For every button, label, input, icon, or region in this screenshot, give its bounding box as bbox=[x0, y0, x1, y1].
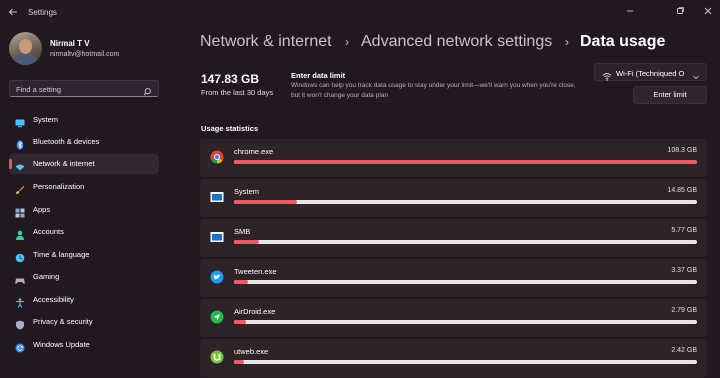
maximize-icon[interactable] bbox=[674, 5, 686, 17]
bluetooth-icon bbox=[15, 137, 25, 150]
usage-bar-fill bbox=[234, 360, 245, 364]
title-bar: Settings bbox=[0, 0, 720, 26]
breadcrumb-advanced[interactable]: Advanced network settings bbox=[361, 33, 552, 51]
usage-bar-fill bbox=[234, 200, 298, 204]
app-name: System bbox=[234, 187, 260, 196]
limit-description: Windows can help you track data usage to… bbox=[291, 82, 576, 99]
sidebar-item-gaming[interactable]: Gaming bbox=[9, 267, 159, 287]
usage-period: From the last 30 days bbox=[201, 88, 274, 97]
sidebar-item-network[interactable]: Network & internet bbox=[9, 154, 159, 174]
usage-bar-fill bbox=[234, 320, 247, 324]
sidebar-item-label: Apps bbox=[33, 205, 51, 214]
app-name: SMB bbox=[234, 227, 251, 236]
sidebar-item-label: Time & language bbox=[33, 250, 90, 259]
sidebar-item-label: Privacy & security bbox=[33, 317, 93, 326]
shield-icon bbox=[15, 317, 25, 330]
usage-row-chrome[interactable]: chrome.exe 108.3 GB bbox=[200, 139, 707, 177]
sidebar-item-label: Accounts bbox=[33, 227, 64, 236]
airdroid-icon bbox=[210, 310, 224, 324]
breadcrumb-separator: › bbox=[345, 35, 349, 49]
person-icon bbox=[15, 227, 25, 240]
usage-bar bbox=[234, 160, 697, 164]
breadcrumb-network[interactable]: Network & internet bbox=[200, 33, 332, 51]
network-select-value: Wi-Fi (Techniqued O bbox=[616, 69, 685, 78]
search-placeholder: Find a setting bbox=[16, 85, 62, 94]
app-usage-amount: 2.79 GB bbox=[671, 307, 697, 314]
utorrent-icon bbox=[210, 350, 224, 364]
network-select[interactable]: Wi-Fi (Techniqued O bbox=[594, 63, 707, 81]
avatar[interactable] bbox=[9, 32, 42, 65]
sidebar-item-accessibility[interactable]: Accessibility bbox=[9, 290, 159, 310]
search-input[interactable]: Find a setting bbox=[9, 80, 159, 97]
app-title: Settings bbox=[28, 8, 57, 17]
sidebar-item-label: Personalization bbox=[33, 182, 85, 191]
app-usage-amount: 14.85 GB bbox=[667, 187, 697, 194]
sidebar-item-privacy[interactable]: Privacy & security bbox=[9, 312, 159, 332]
sidebar-item-label: Gaming bbox=[33, 272, 60, 281]
app-usage-amount: 2.42 GB bbox=[671, 347, 697, 354]
wifi-network-icon bbox=[15, 159, 25, 171]
enter-limit-button[interactable]: Enter limit bbox=[633, 86, 707, 104]
limit-title: Enter data limit bbox=[291, 71, 346, 80]
usage-bar bbox=[234, 320, 697, 324]
usage-row-system[interactable]: System 14.85 GB bbox=[200, 179, 707, 217]
usage-bar-fill bbox=[234, 280, 249, 284]
sidebar-item-personalization[interactable]: Personalization bbox=[9, 177, 159, 197]
app-name: AirDroid.exe bbox=[234, 307, 276, 316]
usage-row-utweb[interactable]: utweb.exe 2.42 GB bbox=[200, 339, 707, 377]
usage-statistics-heading: Usage statistics bbox=[201, 124, 259, 133]
app-usage-amount: 5.77 GB bbox=[671, 227, 697, 234]
sidebar-item-bluetooth[interactable]: Bluetooth & devices bbox=[9, 132, 159, 152]
usage-row-tweeten[interactable]: Tweeten.exe 3.37 GB bbox=[200, 259, 707, 297]
sidebar-item-time-language[interactable]: Time & language bbox=[9, 245, 159, 265]
usage-bar bbox=[234, 280, 697, 284]
back-arrow-icon[interactable] bbox=[6, 6, 20, 20]
sidebar-item-windows-update[interactable]: Windows Update bbox=[9, 335, 159, 355]
sidebar-item-label: Accessibility bbox=[33, 295, 74, 304]
breadcrumb-separator: › bbox=[565, 35, 569, 49]
minimize-icon[interactable] bbox=[624, 5, 636, 17]
usage-bar bbox=[234, 240, 697, 244]
system-window-icon bbox=[210, 190, 224, 204]
sidebar-item-label: Network & internet bbox=[33, 159, 95, 168]
close-icon[interactable] bbox=[702, 5, 714, 17]
chevron-down-icon bbox=[692, 68, 700, 80]
usage-bar-fill bbox=[234, 240, 259, 244]
gamepad-icon bbox=[15, 272, 25, 284]
search-icon[interactable] bbox=[142, 84, 152, 96]
sidebar-item-accounts[interactable]: Accounts bbox=[9, 222, 159, 242]
page-title: Data usage bbox=[580, 33, 666, 50]
sidebar-item-apps[interactable]: Apps bbox=[9, 200, 159, 220]
sidebar-item-label: Bluetooth & devices bbox=[33, 137, 100, 146]
sidebar-item-system[interactable]: System bbox=[9, 110, 159, 130]
usage-row-airdroid[interactable]: AirDroid.exe 2.79 GB bbox=[200, 299, 707, 337]
total-usage: 147.83 GB bbox=[201, 72, 260, 86]
usage-bar bbox=[234, 360, 697, 364]
user-name: Nirmal T V bbox=[50, 39, 90, 48]
usage-row-smb[interactable]: SMB 5.77 GB bbox=[200, 219, 707, 257]
monitor-icon bbox=[15, 115, 25, 128]
apps-grid-icon bbox=[15, 205, 25, 218]
main-content: Network & internet › Advanced network se… bbox=[200, 26, 720, 378]
app-usage-amount: 108.3 GB bbox=[667, 147, 697, 154]
sidebar-item-label: System bbox=[33, 115, 59, 124]
wifi-icon bbox=[602, 68, 612, 81]
update-icon bbox=[15, 340, 25, 353]
app-usage-amount: 3.37 GB bbox=[671, 267, 697, 274]
brush-icon bbox=[15, 182, 25, 194]
smb-window-icon bbox=[210, 230, 224, 244]
app-name: utweb.exe bbox=[234, 347, 269, 356]
sidebar-item-label: Windows Update bbox=[33, 340, 90, 349]
app-name: Tweeten.exe bbox=[234, 267, 277, 276]
globe-clock-icon bbox=[15, 250, 25, 263]
usage-bar bbox=[234, 200, 697, 204]
user-email: nirmaltv@hotmail.com bbox=[50, 51, 120, 58]
selection-indicator bbox=[9, 159, 12, 169]
tweeten-bird-icon bbox=[210, 270, 224, 284]
chrome-icon bbox=[210, 150, 224, 164]
sidebar: Nirmal T V nirmaltv@hotmail.com Find a s… bbox=[0, 26, 170, 378]
app-name: chrome.exe bbox=[234, 147, 274, 156]
accessibility-icon bbox=[15, 295, 25, 308]
usage-bar-fill bbox=[234, 160, 697, 164]
